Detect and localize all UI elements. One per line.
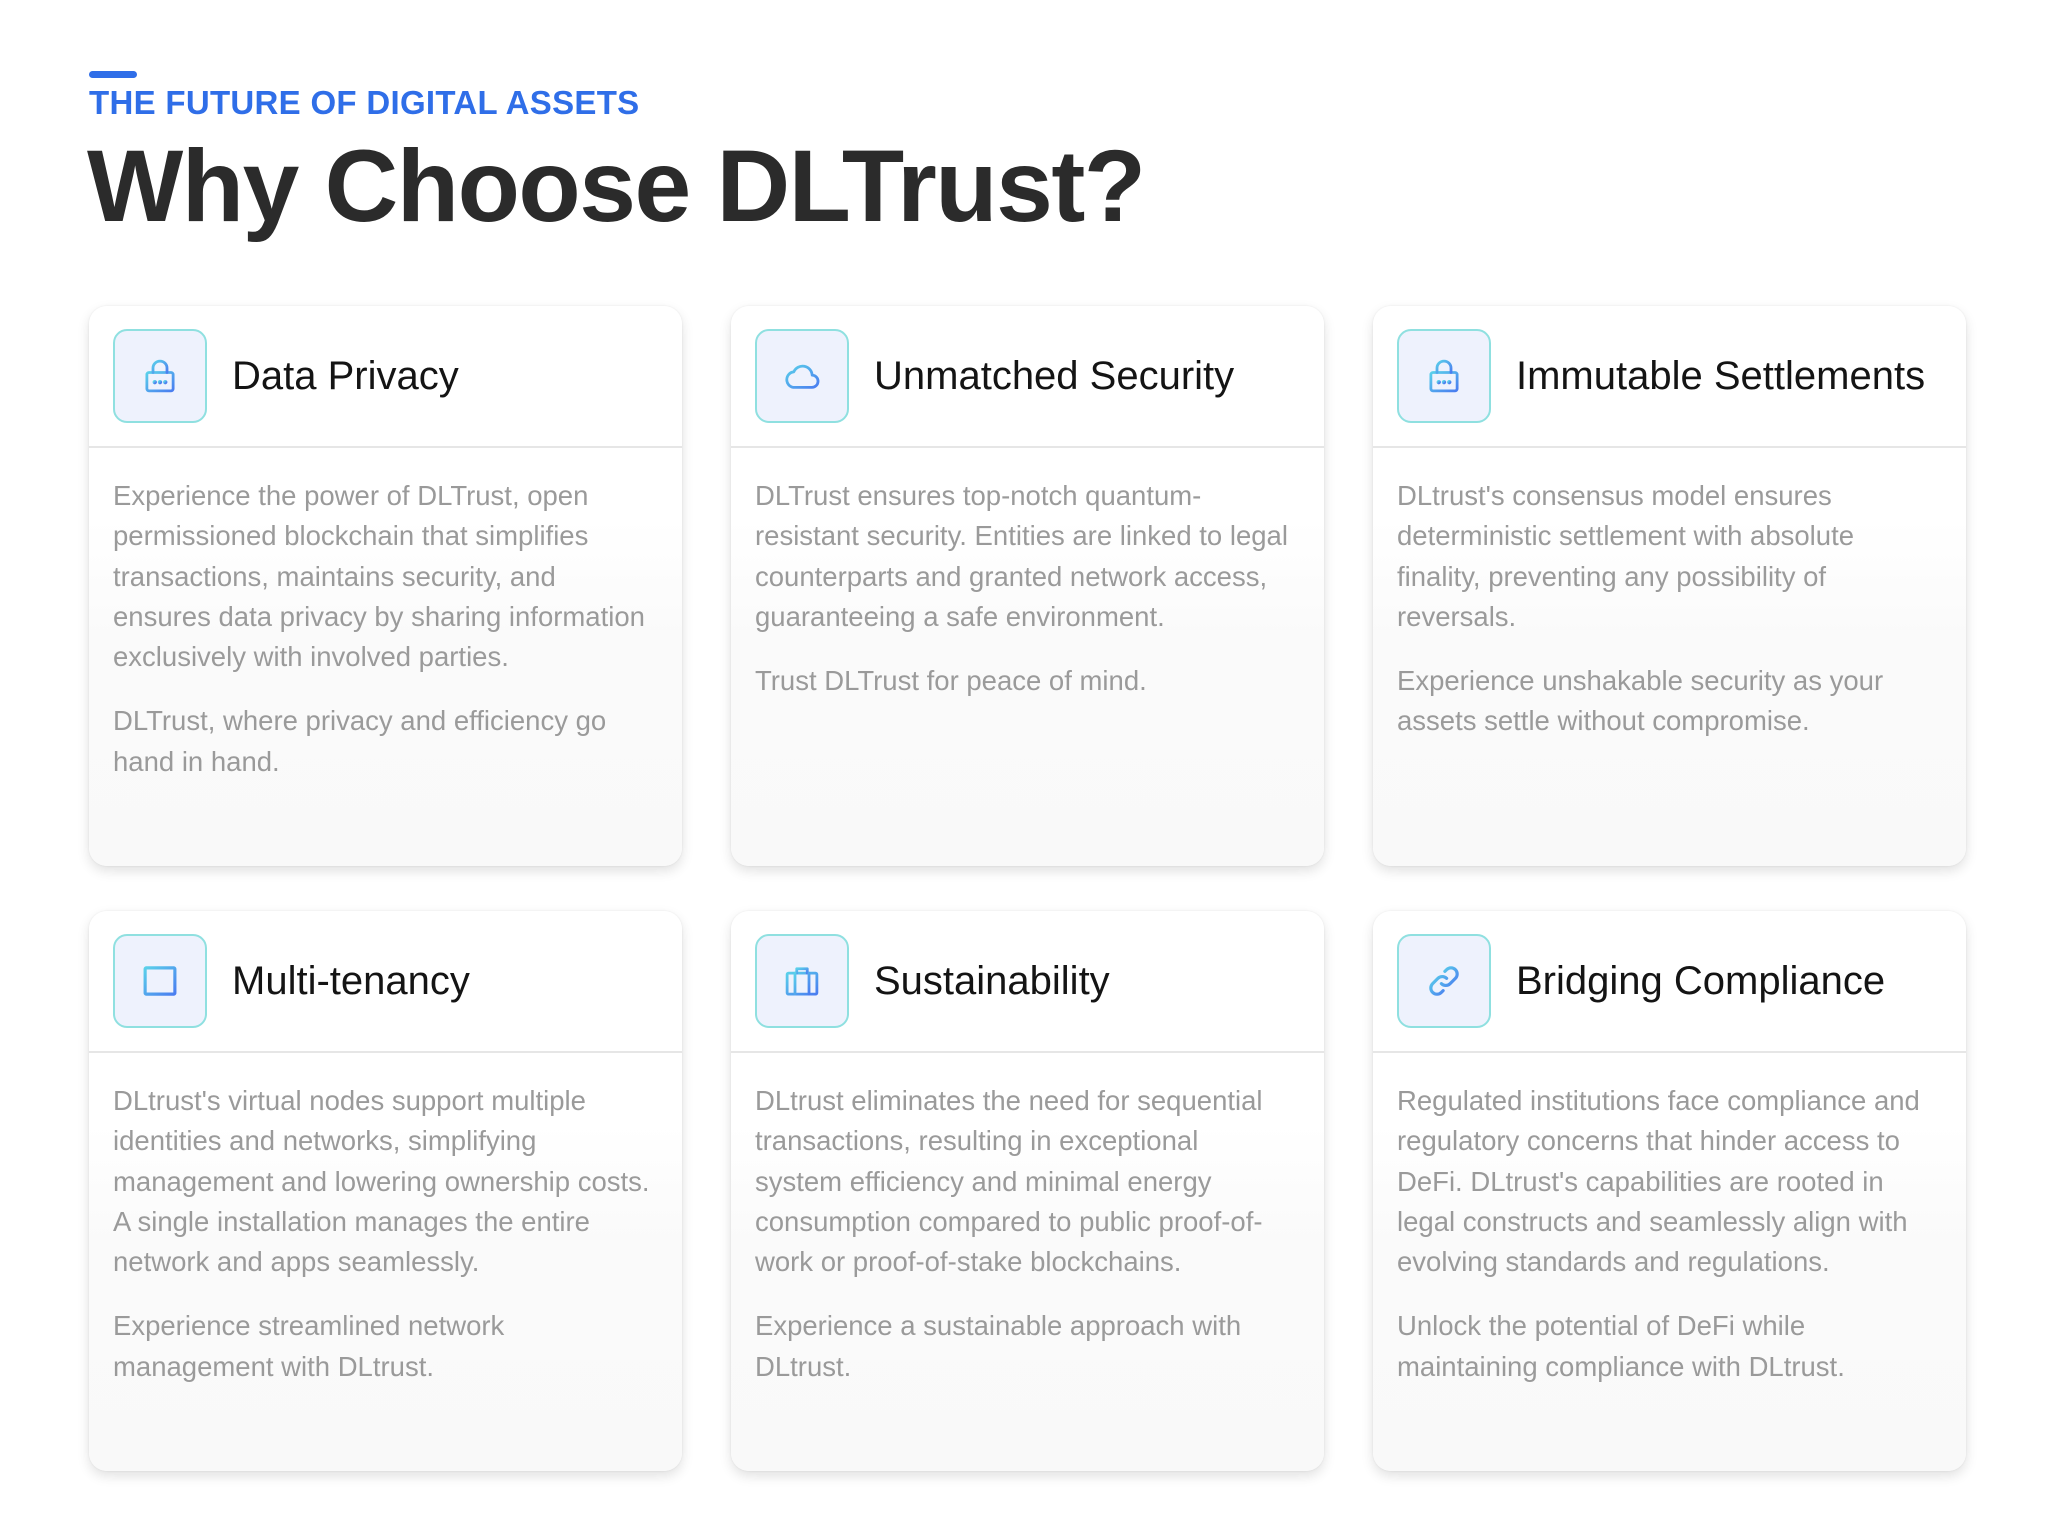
card-title: Multi-tenancy — [232, 958, 470, 1003]
page-title: Why Choose DLTrust? — [87, 129, 1146, 243]
card-header: Unmatched Security — [731, 306, 1324, 448]
card-paragraph: Unlock the potential of DeFi while maint… — [1397, 1310, 1845, 1382]
card-paragraph: Experience unshakable security as your a… — [1397, 665, 1884, 737]
card-header: Bridging Compliance — [1373, 911, 1966, 1053]
card-header: Immutable Settlements — [1373, 306, 1966, 448]
accent-bar — [89, 71, 137, 78]
lock-icon — [1397, 329, 1491, 423]
card-title: Sustainability — [874, 958, 1110, 1003]
card-body: Experience the power of DLTrust, open pe… — [89, 448, 682, 806]
feature-card-bridging-compliance: Bridging Compliance Regulated institutio… — [1373, 911, 1966, 1471]
feature-card-multi-tenancy: Multi-tenancy DLtrust's virtual nodes su… — [89, 911, 682, 1471]
card-header: Sustainability — [731, 911, 1324, 1053]
cloud-icon — [755, 329, 849, 423]
card-paragraph: Experience the power of DLTrust, open pe… — [113, 480, 645, 673]
card-paragraph: DLtrust's consensus model ensures determ… — [1397, 480, 1855, 632]
card-body: DLtrust eliminates the need for sequenti… — [731, 1053, 1324, 1411]
briefcase-icon — [755, 934, 849, 1028]
card-paragraph: DLTrust, where privacy and efficiency go… — [113, 705, 607, 777]
feature-card-data-privacy: Data Privacy Experience the power of DLT… — [89, 306, 682, 866]
card-paragraph: Regulated institutions face compliance a… — [1397, 1085, 1920, 1278]
card-header: Multi-tenancy — [89, 911, 682, 1053]
card-body: DLtrust's virtual nodes support multiple… — [89, 1053, 682, 1411]
panel-icon — [113, 934, 207, 1028]
section-eyebrow: THE FUTURE OF DIGITAL ASSETS — [89, 84, 640, 121]
card-title: Immutable Settlements — [1516, 353, 1926, 398]
feature-card-unmatched-security: Unmatched Security DLTrust ensures top-n… — [731, 306, 1324, 866]
feature-card-immutable-settlements: Immutable Settlements DLtrust's consensu… — [1373, 306, 1966, 866]
card-title: Bridging Compliance — [1516, 958, 1886, 1003]
card-title: Unmatched Security — [874, 353, 1235, 398]
card-body: Regulated institutions face compliance a… — [1373, 1053, 1966, 1411]
card-paragraph: DLTrust ensures top-notch quantum-resist… — [755, 480, 1288, 632]
card-paragraph: Experience a sustainable approach with D… — [755, 1310, 1242, 1382]
card-header: Data Privacy — [89, 306, 682, 448]
card-body: DLtrust's consensus model ensures determ… — [1373, 448, 1966, 766]
card-paragraph: Experience streamlined network managemen… — [113, 1310, 505, 1382]
link-icon — [1397, 934, 1491, 1028]
card-paragraph: Trust DLTrust for peace of mind. — [755, 665, 1147, 697]
feature-card-sustainability: Sustainability DLtrust eliminates the ne… — [731, 911, 1324, 1471]
card-paragraph: DLtrust eliminates the need for sequenti… — [755, 1085, 1263, 1278]
card-title: Data Privacy — [232, 353, 459, 398]
card-body: DLTrust ensures top-notch quantum-resist… — [731, 448, 1324, 725]
card-paragraph: DLtrust's virtual nodes support multiple… — [113, 1085, 650, 1278]
feature-grid: Data Privacy Experience the power of DLT… — [89, 306, 1966, 1471]
lock-icon — [113, 329, 207, 423]
